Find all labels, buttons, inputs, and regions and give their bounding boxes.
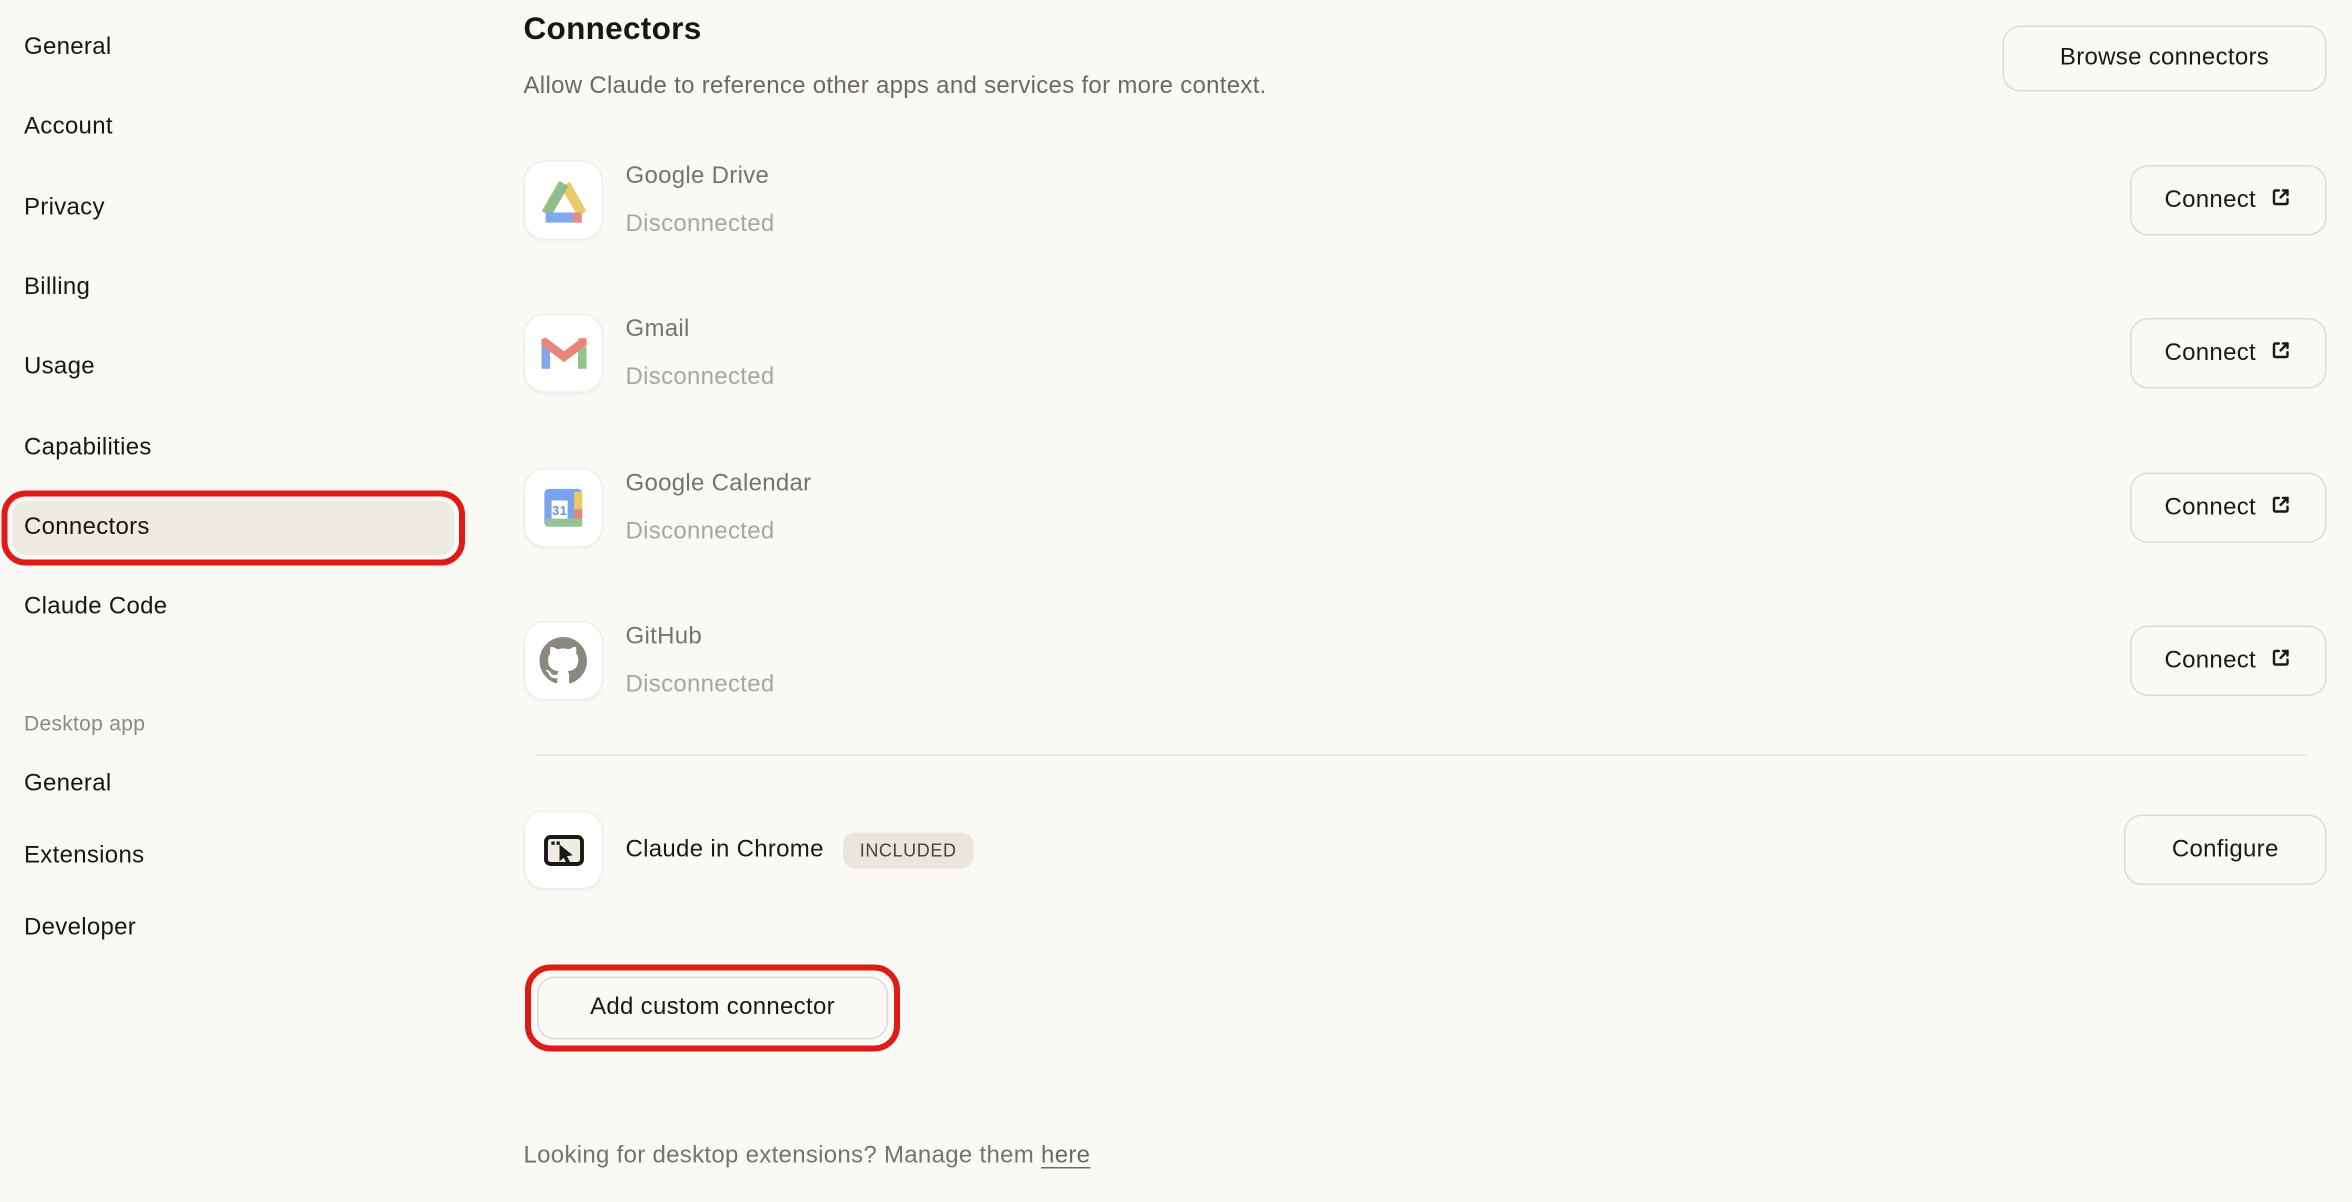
connect-label: Connect bbox=[2165, 340, 2257, 367]
external-link-icon bbox=[2270, 338, 2293, 368]
configure-label: Configure bbox=[2172, 836, 2279, 863]
svg-text:31: 31 bbox=[552, 503, 567, 518]
add-custom-connector-annotation: Add custom connector bbox=[537, 977, 888, 1040]
footer-text: Looking for desktop extensions? Manage t… bbox=[524, 1143, 1035, 1169]
connect-google-drive-button[interactable]: Connect bbox=[2130, 165, 2327, 236]
connector-name: Gmail bbox=[626, 314, 775, 346]
included-badge: INCLUDED bbox=[843, 832, 973, 868]
manage-extensions-link[interactable]: here bbox=[1041, 1143, 1090, 1169]
connector-row-github: GitHub Disconnected Connect bbox=[524, 621, 2327, 701]
sidebar-item-privacy[interactable]: Privacy bbox=[12, 182, 455, 236]
sidebar-item-billing[interactable]: Billing bbox=[12, 261, 455, 315]
connect-github-button[interactable]: Connect bbox=[2130, 626, 2327, 697]
sidebar-item-claude-code[interactable]: Claude Code bbox=[12, 581, 455, 635]
google-drive-icon bbox=[524, 161, 604, 241]
connector-status: Disconnected bbox=[626, 362, 775, 394]
connector-status: Disconnected bbox=[626, 516, 812, 548]
external-link-icon bbox=[2270, 493, 2293, 523]
sidebar-section-desktop-app: Desktop app bbox=[24, 708, 145, 738]
settings-sidebar: General Account Privacy Billing Usage Ca… bbox=[0, 0, 480, 1202]
connect-label: Connect bbox=[2165, 647, 2257, 674]
claude-in-chrome-icon bbox=[524, 810, 604, 890]
connectors-panel: Connectors Allow Claude to reference oth… bbox=[524, 0, 2327, 1202]
connector-row-gmail: Gmail Disconnected Connect bbox=[524, 314, 2327, 394]
sidebar-item-capabilities[interactable]: Capabilities bbox=[12, 422, 455, 476]
add-custom-connector-label: Add custom connector bbox=[590, 995, 835, 1022]
page-description: Allow Claude to reference other apps and… bbox=[524, 74, 1267, 101]
connector-row-google-calendar: 31 Google Calendar Disconnected Connect bbox=[524, 468, 2327, 548]
sidebar-item-desktop-developer[interactable]: Developer bbox=[12, 902, 455, 956]
browse-connectors-button[interactable]: Browse connectors bbox=[2003, 26, 2327, 92]
gmail-icon bbox=[524, 314, 604, 394]
add-custom-connector-button[interactable]: Add custom connector bbox=[537, 977, 888, 1040]
desktop-extensions-note: Looking for desktop extensions? Manage t… bbox=[524, 1143, 1091, 1170]
google-calendar-icon: 31 bbox=[524, 468, 604, 548]
github-icon bbox=[524, 621, 604, 701]
connect-label: Connect bbox=[2165, 187, 2257, 214]
connector-name: Google Drive bbox=[626, 161, 775, 193]
sidebar-item-connectors[interactable]: Connectors bbox=[12, 501, 455, 555]
connector-name: Claude in Chrome bbox=[626, 836, 824, 863]
connector-row-google-drive: Google Drive Disconnected Connect bbox=[524, 161, 2327, 241]
connect-google-calendar-button[interactable]: Connect bbox=[2130, 473, 2327, 544]
connector-row-claude-in-chrome: Claude in Chrome INCLUDED Configure bbox=[524, 810, 2327, 890]
external-link-icon bbox=[2270, 646, 2293, 676]
sidebar-item-general[interactable]: General bbox=[12, 21, 455, 75]
sidebar-item-usage[interactable]: Usage bbox=[12, 341, 455, 395]
sidebar-item-desktop-extensions[interactable]: Extensions bbox=[12, 830, 455, 884]
external-link-icon bbox=[2270, 185, 2293, 215]
browse-connectors-label: Browse connectors bbox=[2060, 45, 2269, 72]
settings-page: General Account Privacy Billing Usage Ca… bbox=[0, 0, 2352, 1202]
sidebar-item-account[interactable]: Account bbox=[12, 101, 455, 155]
connect-label: Connect bbox=[2165, 494, 2257, 521]
section-divider bbox=[537, 755, 2307, 757]
connector-name: GitHub bbox=[626, 621, 775, 653]
connect-gmail-button[interactable]: Connect bbox=[2130, 318, 2327, 389]
page-title: Connectors bbox=[524, 12, 702, 48]
configure-claude-in-chrome-button[interactable]: Configure bbox=[2124, 815, 2327, 886]
sidebar-item-desktop-general[interactable]: General bbox=[12, 758, 455, 812]
connector-status: Disconnected bbox=[626, 669, 775, 701]
connector-status: Disconnected bbox=[626, 209, 775, 241]
connector-name: Google Calendar bbox=[626, 468, 812, 500]
